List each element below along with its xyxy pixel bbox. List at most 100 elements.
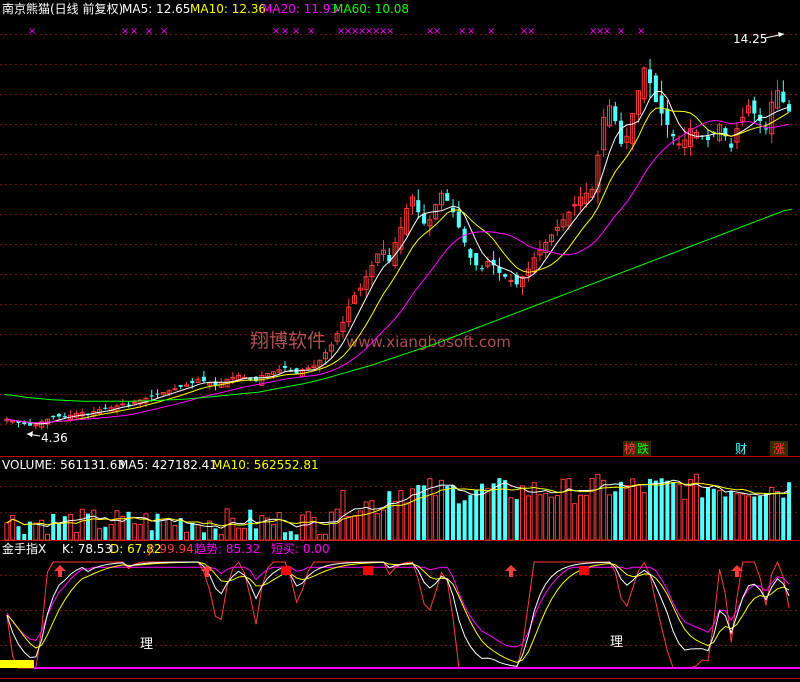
flag-marker-icon [579,566,589,575]
volume-bar [276,512,282,541]
zone-text-right: 理 [610,635,623,650]
candle-body [126,404,131,406]
tag-die[interactable]: 跌 [637,441,649,456]
volume-bar [346,516,352,541]
volume-bar [387,491,392,540]
watermark-cn: 翔博软件 [250,330,326,352]
candle-body [659,95,664,114]
short-buy-label: 短买: 0.00 [271,542,330,556]
signal-x-mark: × [458,26,466,37]
candle-body [676,143,682,146]
volume-bar [68,514,74,541]
volume-bar [172,525,178,541]
signal-x-mark: × [292,26,300,37]
ma20-label: MA20: 11.93 [262,2,338,16]
volume-bar [33,522,39,541]
volume-bar [525,495,531,541]
volume-bar [131,523,137,541]
volume-bar [44,533,50,541]
candle-body [422,213,427,224]
volume-bar [723,496,728,540]
signal-x-mark: × [28,26,36,37]
candle-body [10,420,16,423]
candle-body [763,128,768,130]
candle-body [503,274,508,277]
tag-cai[interactable]: 财 [735,442,747,456]
volume-bar [514,499,519,540]
volume-bar [114,510,120,541]
candle-body [62,416,67,418]
volume-bar [734,493,740,541]
stock-chart[interactable]: 翔博软件 www.xiangbosoft.com × × × × × × × × × ××××××… [0,0,800,682]
volume-bar [479,483,485,540]
volume-bar [648,479,653,540]
indicator-lines [0,560,800,669]
candle-body [201,376,206,382]
candle-body [51,415,56,418]
volume-bar [717,489,723,541]
volume-bar [700,497,705,540]
stock-title: 南京熊猫(日线 前复权) [2,1,123,16]
volume-bar [97,528,103,541]
volume-bar [554,494,560,541]
candle-body [468,249,473,258]
volume-bar [57,523,62,540]
volume-bar [422,485,427,540]
volume-bar [190,522,195,540]
k-label: K: 78.53 [62,542,112,556]
candle-body [648,69,653,84]
zone-text-left: 理 [140,637,153,652]
volume-bar [398,490,404,541]
tag-bang[interactable]: 榜 [624,441,636,456]
volume-bar [91,509,97,541]
volume-bar [369,500,375,541]
volume-bar [166,518,172,541]
volume-bar [299,514,305,541]
candle-body [445,193,450,201]
volume-bar [294,534,299,540]
volume-bar [126,511,131,540]
volume-bar [22,533,27,540]
volume-bar [236,527,242,541]
volume-bar [108,524,114,541]
short-buy-bar [0,660,34,668]
candle-body [619,120,624,144]
volume-bar [606,494,613,541]
volume-bar [241,527,247,541]
volume-bar [729,490,734,540]
candle-body [613,106,618,122]
volume-bar [531,482,537,541]
volume-bar [740,493,746,541]
volume-bar [497,478,502,540]
candle-body [456,211,461,228]
candle-body [729,143,734,148]
volume-bar [619,481,624,540]
k-line [6,561,790,667]
volume-bar [380,509,387,541]
volume-bar [328,511,334,541]
signal-x-mark: × [603,26,611,37]
ma5-label: MA5: 12.65 [122,2,190,16]
volume-bar [635,485,641,541]
volume-bar [218,534,224,541]
volume-bar [462,500,467,540]
info-tags: 榜 跌 财 涨 [623,441,788,456]
volume-bar [404,502,410,541]
volume-bar [79,508,85,541]
candle-body [149,395,154,397]
candle-body [22,422,27,425]
volume-header: VOLUME: 561131.63 MA5: 427182.41 MA10: 5… [2,458,319,472]
volume-bar [73,532,79,541]
signal-marks: × × × × × × × × × ×××××××× ×× × × × ×× ××× × × [28,26,645,37]
volume-bar [438,479,444,541]
tag-zhang[interactable]: 涨 [773,441,785,456]
ma10-label: MA10: 12.36 [190,2,266,16]
volume-bar [491,483,496,540]
volume-bar [549,496,555,541]
volume-bar [352,515,358,541]
signal-x-mark: × [281,26,289,37]
signal-x-mark: × [386,26,394,37]
signal-x-mark: × [130,26,138,37]
volume-bar [601,479,607,541]
volume-bar [392,500,398,541]
